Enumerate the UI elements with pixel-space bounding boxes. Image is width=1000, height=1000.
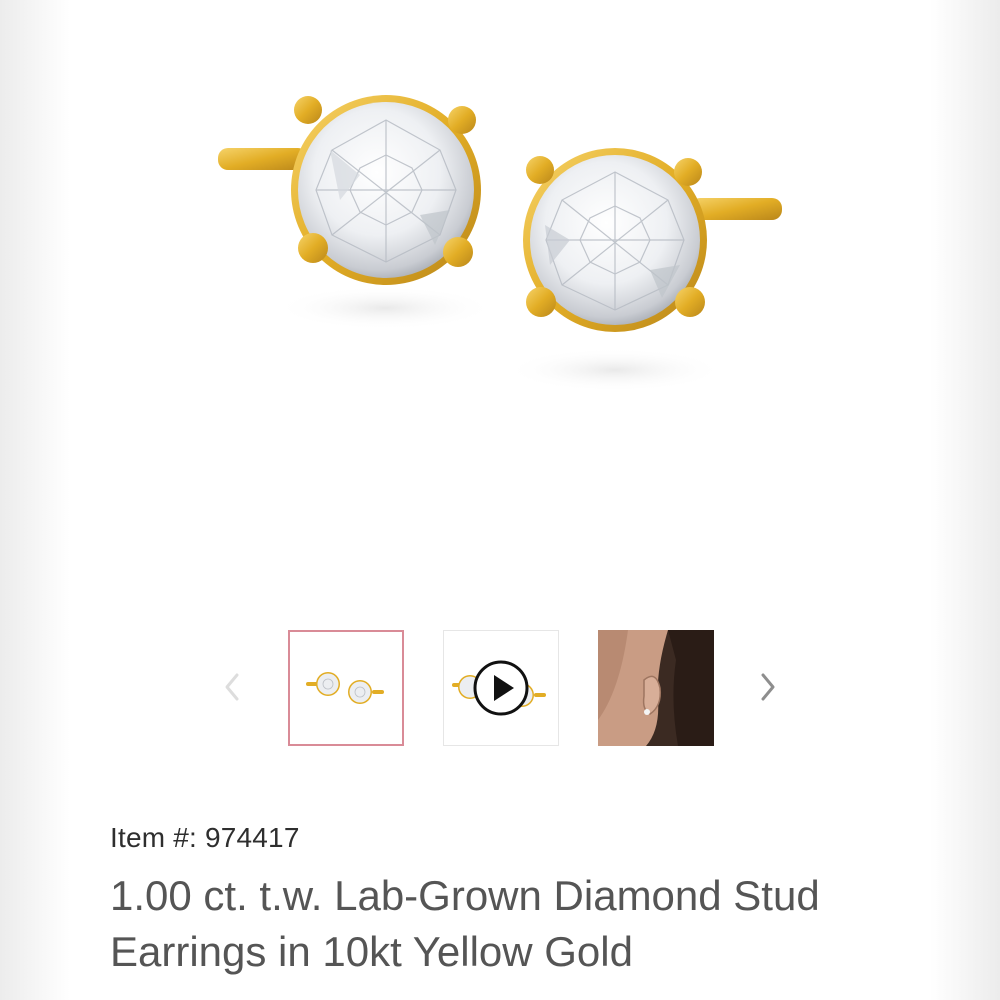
left-edge-shade	[0, 0, 70, 1000]
thumbnail-earrings[interactable]	[288, 630, 404, 746]
product-title: 1.00 ct. t.w. Lab-Grown Diamond Stud Ear…	[110, 872, 820, 975]
chevron-left-icon	[225, 673, 239, 701]
gallery-prev-button[interactable]	[212, 665, 252, 709]
thumbnail-video[interactable]	[443, 630, 559, 746]
right-edge-shade	[930, 0, 1000, 1000]
earrings-image	[218, 95, 782, 392]
earrings-thumbnail-icon	[306, 672, 384, 704]
model-ear-thumbnail-icon	[598, 630, 714, 746]
right-earring	[523, 148, 782, 332]
item-number: Item #: 974417	[110, 822, 300, 853]
chevron-right-icon	[761, 673, 775, 701]
main-product-image[interactable]	[90, 40, 910, 460]
thumbnail-model-ear[interactable]	[598, 630, 714, 746]
video-play-icon[interactable]	[472, 659, 530, 717]
gallery-next-button[interactable]	[748, 665, 788, 709]
left-earring	[218, 95, 481, 285]
